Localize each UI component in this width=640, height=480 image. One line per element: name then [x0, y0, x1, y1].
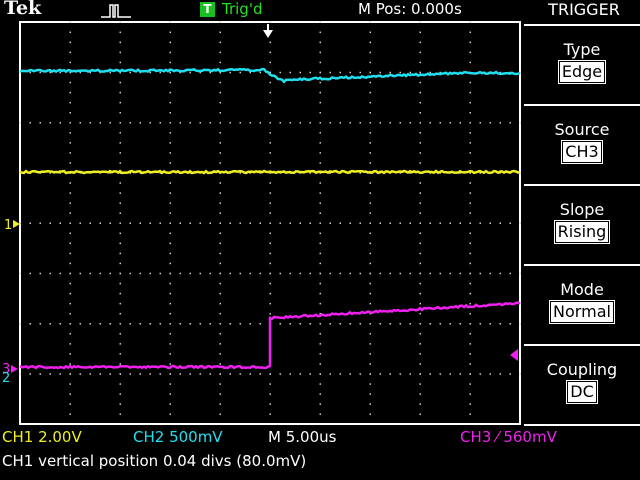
- menu-item-value: Normal: [550, 301, 614, 323]
- ch2-waveform: [20, 69, 520, 82]
- menu-item-value: Rising: [555, 221, 610, 243]
- trigger-level-marker-icon: [510, 349, 518, 361]
- menu-item-label: Source: [524, 120, 640, 140]
- menu-item-type[interactable]: Type Edge: [524, 26, 640, 104]
- menu-separator: [524, 424, 640, 426]
- ch1-marker-icon: 1: [4, 218, 20, 233]
- ch2-scale-readout: CH2 500mV: [133, 428, 223, 446]
- menu-item-label: Mode: [524, 280, 640, 300]
- ch1-waveform: [20, 171, 520, 173]
- menu-item-value: CH3: [562, 141, 601, 163]
- svg-text:2: 2: [2, 371, 10, 386]
- menu-item-label: Type: [524, 40, 640, 60]
- menu-title: TRIGGER: [528, 0, 640, 20]
- trigger-position-marker-icon: [263, 24, 273, 38]
- ch2-marker-icon: 2: [2, 371, 10, 386]
- menu-item-slope[interactable]: Slope Rising: [524, 186, 640, 264]
- svg-text:1: 1: [4, 218, 12, 233]
- status-message: CH1 vertical position 0.04 divs (80.0mV): [2, 452, 306, 470]
- menu-item-mode[interactable]: Mode Normal: [524, 266, 640, 344]
- oscilloscope-screen: Tek T Trig'd M Pos: 0.000s 1 3 2 TRIGGER…: [0, 0, 640, 480]
- menu-item-source[interactable]: Source CH3: [524, 106, 640, 184]
- timebase-readout: M 5.00us: [268, 428, 336, 446]
- ch3-trigger-readout: CH3 ⁄ 560mV: [460, 428, 557, 446]
- ch1-scale-readout: CH1 2.00V: [2, 428, 82, 446]
- menu-item-label: Coupling: [524, 360, 640, 380]
- ch3-waveform: [20, 303, 520, 368]
- menu-item-value: DC: [567, 381, 597, 403]
- menu-item-value: Edge: [559, 61, 605, 83]
- menu-item-coupling[interactable]: Coupling DC: [524, 346, 640, 424]
- menu-item-label: Slope: [524, 200, 640, 220]
